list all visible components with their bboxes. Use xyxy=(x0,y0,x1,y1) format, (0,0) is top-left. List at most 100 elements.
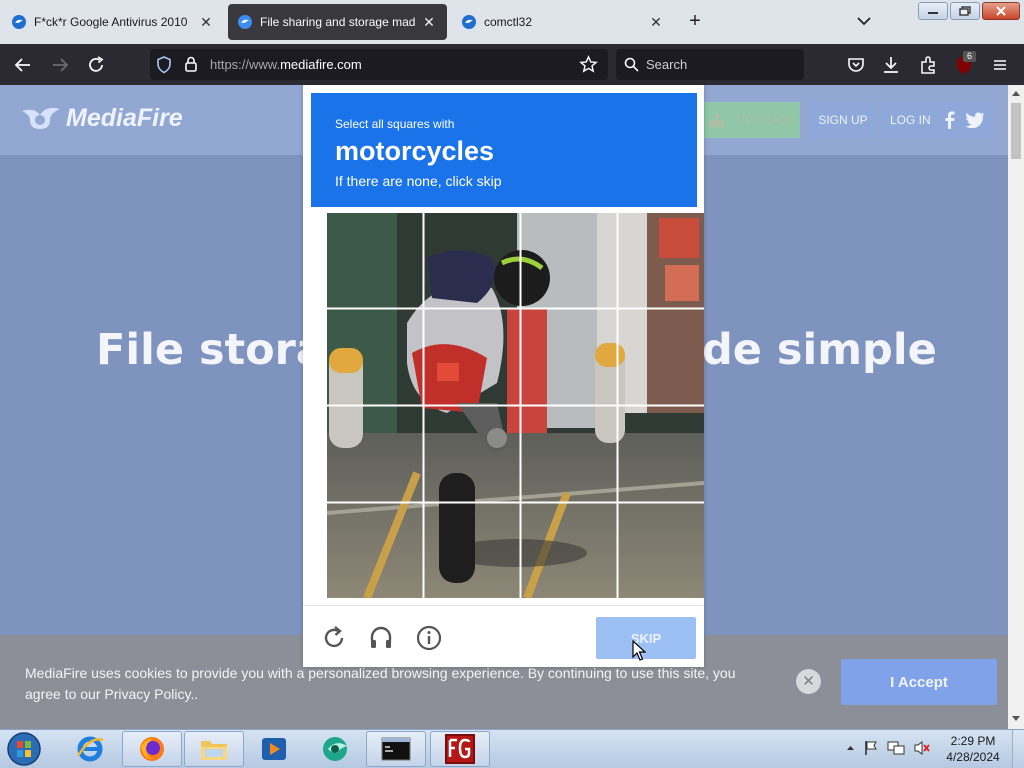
window-controls xyxy=(918,2,1020,20)
captcha-tile-15[interactable] xyxy=(521,503,617,598)
mediafire-favicon-icon xyxy=(12,15,26,29)
captcha-tile-11[interactable] xyxy=(521,406,617,501)
refresh-challenge-icon[interactable] xyxy=(320,624,348,652)
taskbar-firefox[interactable] xyxy=(122,731,182,767)
captcha-tile-3[interactable] xyxy=(521,213,617,308)
media-player-icon xyxy=(262,738,286,760)
extensions-puzzle-icon[interactable] xyxy=(917,54,939,76)
facebook-icon[interactable] xyxy=(943,111,955,129)
url-text[interactable]: https://www.mediafire.com xyxy=(210,57,362,72)
cmd-icon xyxy=(381,737,411,761)
scroll-up-icon[interactable] xyxy=(1011,89,1021,97)
captcha-tile-12[interactable] xyxy=(618,406,704,501)
reload-icon[interactable] xyxy=(85,54,107,76)
login-social-group: LOG IN xyxy=(880,102,992,138)
search-placeholder: Search xyxy=(646,57,688,72)
navigation-toolbar: https://www.mediafire.com Search 6 xyxy=(0,44,1024,85)
close-tab-icon[interactable]: ✕ xyxy=(648,14,664,31)
captcha-tile-10[interactable] xyxy=(424,406,520,501)
tab-1[interactable]: F*ck*r Google Antivirus 2010 ✕ xyxy=(2,4,224,40)
captcha-tile-8[interactable] xyxy=(618,309,704,404)
back-arrow-icon[interactable] xyxy=(12,54,34,76)
shield-icon[interactable] xyxy=(156,56,172,74)
taskbar-media-player[interactable] xyxy=(244,731,304,767)
audio-challenge-headphones-icon[interactable] xyxy=(367,624,395,652)
captcha-instruction: Select all squares with xyxy=(335,117,455,131)
page-scrollbar[interactable] xyxy=(1008,85,1024,729)
system-clock[interactable]: 2:29 PM 4/28/2024 xyxy=(938,733,1008,765)
file-explorer-icon xyxy=(201,741,227,760)
cookie-text: MediaFire uses cookies to provide you wi… xyxy=(25,665,736,702)
firefox-icon xyxy=(140,737,164,761)
scroll-down-icon[interactable] xyxy=(1011,715,1021,723)
close-tab-icon[interactable]: ✕ xyxy=(198,14,214,31)
captcha-tile-4[interactable] xyxy=(618,213,704,308)
captcha-challenge: Select all squares with motorcycles If t… xyxy=(303,85,704,667)
network-icon[interactable] xyxy=(887,740,905,756)
captcha-tile-16[interactable] xyxy=(618,503,704,598)
captcha-image-grid xyxy=(327,213,704,598)
accept-cookies-button[interactable]: I Accept xyxy=(841,659,997,705)
captcha-tile-2[interactable] xyxy=(424,213,520,308)
upgrade-box-icon xyxy=(710,113,725,127)
twitter-icon[interactable] xyxy=(964,112,985,128)
taskbar-file-explorer[interactable] xyxy=(184,731,244,767)
menu-hamburger-icon[interactable] xyxy=(989,54,1011,76)
fg-app-icon xyxy=(445,734,475,764)
bookmark-star-icon[interactable] xyxy=(579,55,598,74)
taskbar-fg-app[interactable] xyxy=(430,731,490,767)
tab-2[interactable]: File sharing and storage made s ✕ xyxy=(228,4,447,40)
search-field[interactable]: Search xyxy=(616,49,804,80)
captcha-tile-9[interactable] xyxy=(327,406,423,501)
captcha-tile-1[interactable] xyxy=(327,213,423,308)
taskbar-app[interactable] xyxy=(306,731,366,767)
upgrade-button[interactable]: UPGRADE xyxy=(704,102,800,138)
mediafire-flame-icon xyxy=(22,107,60,129)
close-window-button[interactable] xyxy=(982,2,1020,20)
action-center-flag-icon[interactable] xyxy=(863,740,879,756)
lock-icon[interactable] xyxy=(184,56,198,73)
captcha-tile-14[interactable] xyxy=(424,503,520,598)
forward-arrow-icon[interactable] xyxy=(49,54,71,76)
info-icon[interactable] xyxy=(415,624,443,652)
tab-title: comctl32 xyxy=(484,15,533,29)
captcha-tile-13[interactable] xyxy=(327,503,423,598)
captcha-target: motorcycles xyxy=(335,136,495,166)
restore-button[interactable] xyxy=(950,2,980,20)
volume-muted-icon[interactable] xyxy=(913,740,931,756)
restore-icon xyxy=(959,6,971,16)
show-desktop-button[interactable] xyxy=(1012,730,1024,768)
taskbar-internet-explorer[interactable] xyxy=(60,731,120,767)
list-all-tabs-icon[interactable] xyxy=(852,10,876,32)
minimize-button[interactable] xyxy=(918,2,948,20)
tab-title: F*ck*r Google Antivirus 2010 xyxy=(34,15,188,29)
mediafire-favicon-icon xyxy=(238,15,252,29)
system-tray xyxy=(846,740,931,756)
show-hidden-icons-icon[interactable] xyxy=(846,744,855,752)
tab-title: File sharing and storage made s xyxy=(260,15,415,29)
app-icon xyxy=(323,737,347,761)
pocket-icon[interactable] xyxy=(845,54,867,76)
login-link[interactable]: LOG IN xyxy=(890,113,931,127)
new-tab-button[interactable]: + xyxy=(684,10,706,32)
taskbar-command-prompt[interactable] xyxy=(366,731,426,767)
hero-text-right: de simple xyxy=(702,325,937,375)
captcha-tile-7[interactable] xyxy=(521,309,617,404)
mediafire-logo[interactable]: MediaFire xyxy=(20,103,183,133)
url-prefix: https://www. xyxy=(210,57,281,72)
close-tab-icon[interactable]: ✕ xyxy=(421,14,437,31)
downloads-icon[interactable] xyxy=(880,54,902,76)
taskbar: 2:29 PM 4/28/2024 xyxy=(0,729,1024,768)
signup-button[interactable]: SIGN UP xyxy=(810,102,876,138)
tab-3[interactable]: comctl32 ✕ xyxy=(452,4,674,40)
scroll-thumb[interactable] xyxy=(1011,103,1021,159)
captcha-tile-5[interactable] xyxy=(327,309,423,404)
logo-text: MediaFire xyxy=(66,103,183,132)
mediafire-favicon-icon xyxy=(462,15,476,29)
url-bar[interactable]: https://www.mediafire.com xyxy=(150,49,608,80)
cookie-close-button[interactable]: ✕ xyxy=(796,669,821,694)
captcha-tile-6[interactable] xyxy=(424,309,520,404)
captcha-prompt: Select all squares with motorcycles If t… xyxy=(311,93,697,207)
start-button-windows-orb-icon[interactable] xyxy=(4,730,44,768)
url-domain: mediafire.com xyxy=(280,57,362,72)
